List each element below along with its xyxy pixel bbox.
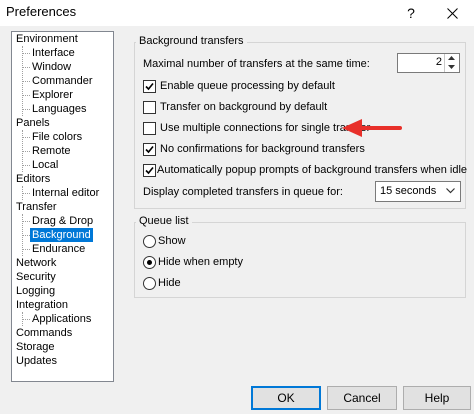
transfer-background-label[interactable]: Transfer on background by default [160, 100, 327, 114]
queue-show-label[interactable]: Show [158, 234, 186, 248]
tree-item-logging[interactable]: Logging [14, 284, 57, 298]
multiple-connections-label[interactable]: Use multiple connections for single tran… [160, 121, 370, 135]
display-completed-select[interactable]: 15 seconds [375, 181, 461, 202]
multiple-connections-checkbox[interactable] [143, 122, 156, 135]
queue-hide-radio[interactable] [143, 277, 156, 290]
spin-up-button[interactable] [445, 54, 459, 63]
tree-connector [22, 109, 30, 110]
display-completed-value: 15 seconds [380, 185, 437, 197]
tree-item-drag-drop[interactable]: Drag & Drop [30, 214, 95, 228]
checkmark-icon [145, 166, 154, 175]
tree-connector [22, 151, 30, 152]
tree-item-network[interactable]: Network [14, 256, 58, 270]
title-bar: Preferences ? [0, 0, 474, 26]
cancel-button[interactable]: Cancel [327, 386, 397, 410]
tree-item-languages[interactable]: Languages [30, 102, 88, 116]
tree-item-endurance[interactable]: Endurance [30, 242, 87, 256]
tree-connector [22, 319, 30, 320]
enable-queue-checkbox[interactable] [143, 80, 156, 93]
tree-item-window[interactable]: Window [30, 60, 73, 74]
ok-button[interactable]: OK [251, 386, 321, 410]
tree-connector [22, 221, 30, 222]
close-button[interactable] [432, 2, 472, 24]
tree-item-commander[interactable]: Commander [30, 74, 95, 88]
chevron-up-icon [448, 56, 455, 60]
queue-show-radio[interactable] [143, 235, 156, 248]
max-transfers-label: Maximal number of transfers at the same … [143, 58, 370, 70]
tree-connector [22, 95, 30, 96]
max-transfers-value: 2 [435, 56, 442, 68]
enable-queue-label[interactable]: Enable queue processing by default [160, 79, 335, 93]
tree-item-transfer[interactable]: Transfer [14, 200, 59, 214]
queue-hide-when-empty-radio[interactable] [143, 256, 156, 269]
tree-connector [22, 81, 30, 82]
tree-item-local[interactable]: Local [30, 158, 60, 172]
tree-connector [22, 165, 30, 166]
preferences-tree[interactable]: Environment Interface Window Commander E… [11, 31, 114, 382]
queue-list-title: Queue list [136, 215, 192, 228]
chevron-down-icon [448, 65, 455, 69]
tree-item-applications[interactable]: Applications [30, 312, 93, 326]
tree-connector [22, 193, 30, 194]
tree-item-remote[interactable]: Remote [30, 144, 73, 158]
tree-item-environment[interactable]: Environment [14, 32, 80, 46]
spinner-buttons [444, 54, 459, 72]
checkmark-icon [145, 145, 154, 154]
radio-dot [147, 260, 152, 265]
tree-item-file-colors[interactable]: File colors [30, 130, 84, 144]
tree-connector [22, 53, 30, 54]
transfer-background-checkbox[interactable] [143, 101, 156, 114]
tree-item-interface[interactable]: Interface [30, 46, 77, 60]
no-confirmations-label[interactable]: No confirmations for background transfer… [160, 142, 365, 156]
background-transfers-title: Background transfers [136, 35, 247, 48]
tree-connector [22, 137, 30, 138]
tree-item-integration[interactable]: Integration [14, 298, 70, 312]
tree-item-storage[interactable]: Storage [14, 340, 57, 354]
tree-item-background[interactable]: Background [30, 228, 93, 242]
tree-item-security[interactable]: Security [14, 270, 58, 284]
tree-item-commands[interactable]: Commands [14, 326, 74, 340]
auto-popup-checkbox[interactable] [143, 164, 156, 177]
tree-connector [22, 235, 30, 236]
help-title-button[interactable]: ? [396, 2, 426, 24]
no-confirmations-checkbox[interactable] [143, 143, 156, 156]
tree-connector [22, 249, 30, 250]
tree-connector [22, 67, 30, 68]
tree-item-panels[interactable]: Panels [14, 116, 52, 130]
spin-down-button[interactable] [445, 63, 459, 72]
annotation-arrow-icon [342, 119, 402, 137]
tree-item-updates[interactable]: Updates [14, 354, 59, 368]
tree-item-internal-editor[interactable]: Internal editor [30, 186, 101, 200]
close-icon [446, 8, 458, 20]
queue-hide-label[interactable]: Hide [158, 276, 181, 290]
queue-hide-when-empty-label[interactable]: Hide when empty [158, 255, 243, 269]
auto-popup-label[interactable]: Automatically popup prompts of backgroun… [157, 163, 467, 177]
tree-item-editors[interactable]: Editors [14, 172, 52, 186]
window-title: Preferences [6, 4, 77, 19]
chevron-down-icon [446, 188, 455, 194]
max-transfers-spinner[interactable]: 2 [397, 53, 460, 73]
tree-item-explorer[interactable]: Explorer [30, 88, 75, 102]
help-button[interactable]: Help [403, 386, 471, 410]
display-completed-label: Display completed transfers in queue for… [143, 186, 343, 198]
checkmark-icon [145, 82, 154, 91]
